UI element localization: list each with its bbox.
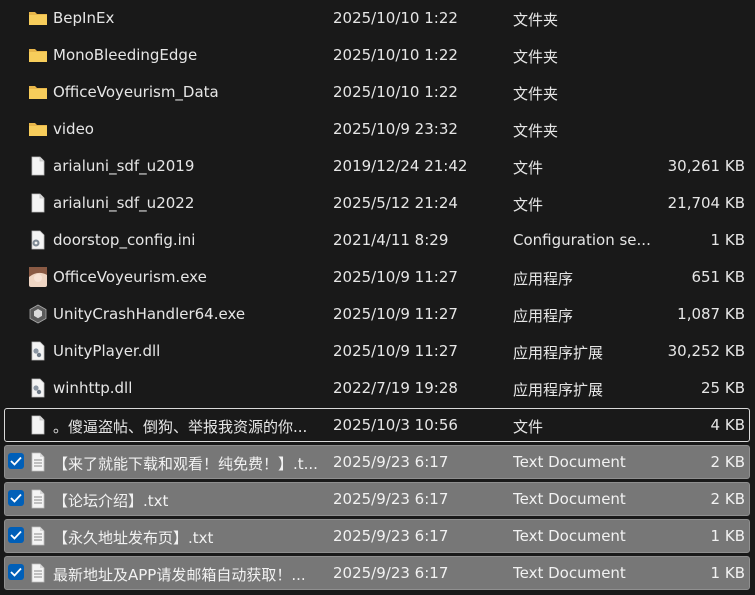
row-checkbox[interactable] [8,564,24,580]
file-date: 2019/12/24 21:42 [333,157,468,175]
app-avatar-icon [27,267,49,287]
file-name: arialuni_sdf_u2022 [53,194,195,212]
file-name: winhttp.dll [53,379,133,397]
file-date: 2025/9/23 6:17 [333,527,449,545]
file-name: 【永久地址发布页】.txt [53,529,214,547]
file-name: video [53,120,94,138]
file-type: Text Document [513,490,626,508]
file-icon [27,193,49,213]
folder-icon [27,119,49,139]
dll-file-icon [27,341,49,361]
file-type: Configuration se... [513,231,651,249]
file-date: 2025/10/10 1:22 [333,83,458,101]
file-type: 应用程序扩展 [513,344,604,362]
file-type: 文件 [513,159,544,177]
file-row[interactable]: doorstop_config.ini 2021/4/11 8:29 Configu… [4,223,750,257]
file-name: MonoBleedingEdge [53,46,198,64]
config-file-icon [27,230,49,250]
file-size: 21,704 KB [667,194,745,212]
file-date: 2025/10/9 11:27 [333,305,458,323]
file-name: 【来了就能下载和观看！纯免费！】.t... [53,455,318,473]
file-size: 1 KB [710,564,745,582]
file-type: Text Document [513,527,626,545]
file-row[interactable]: arialuni_sdf_u2022 2025/5/12 21:24 文件 21,70… [4,186,750,220]
file-icon [27,156,49,176]
file-type: 文件夹 [513,48,559,66]
text-file-icon [27,489,49,509]
file-row[interactable]: 【论坛介绍】.txt 2025/9/23 6:17 Text Document 2 K… [4,482,750,516]
file-name: arialuni_sdf_u2019 [53,157,195,175]
file-date: 2025/10/9 11:27 [333,342,458,360]
file-size: 1,087 KB [677,305,745,323]
file-row[interactable]: 最新地址及APP请发邮箱自动获取！... 2025/9/23 6:17 Text D… [4,556,750,590]
row-checkbox[interactable] [8,527,24,543]
file-date: 2022/7/19 19:28 [333,379,458,397]
file-row[interactable]: UnityCrashHandler64.exe 2025/10/9 11:27 应用… [4,297,750,331]
row-checkbox[interactable] [8,490,24,506]
file-date: 2025/10/3 10:56 [333,416,458,434]
file-name: 。傻逼盗帖、倒狗、举报我资源的你... [53,418,308,436]
file-name: UnityPlayer.dll [53,342,161,360]
file-type: Text Document [513,564,626,582]
file-size: 30,252 KB [667,342,745,360]
file-size: 2 KB [710,490,745,508]
file-date: 2025/10/10 1:22 [333,9,458,27]
file-type: 文件夹 [513,122,559,140]
file-type: Text Document [513,453,626,471]
file-list: BepInEx 2025/10/10 1:22 文件夹 MonoBleedingEdg… [0,0,755,595]
folder-icon [27,82,49,102]
file-name: doorstop_config.ini [53,231,196,249]
text-file-icon [27,563,49,583]
file-size: 2 KB [710,453,745,471]
file-name: 最新地址及APP请发邮箱自动获取！... [53,566,306,584]
file-row[interactable]: winhttp.dll 2022/7/19 19:28 应用程序扩展 25 KB [4,371,750,405]
file-date: 2025/10/9 11:27 [333,268,458,286]
file-row[interactable]: OfficeVoyeurism.exe 2025/10/9 11:27 应用程序 65… [4,260,750,294]
file-type: 应用程序 [513,270,574,288]
text-file-icon [27,452,49,472]
file-date: 2025/9/23 6:17 [333,453,449,471]
file-row[interactable]: UnityPlayer.dll 2025/10/9 11:27 应用程序扩展 30,2… [4,334,750,368]
file-size: 1 KB [710,527,745,545]
file-date: 2025/9/23 6:17 [333,564,449,582]
file-date: 2021/4/11 8:29 [333,231,449,249]
file-name: 【论坛介绍】.txt [53,492,169,510]
text-file-icon [27,526,49,546]
file-name: UnityCrashHandler64.exe [53,305,246,323]
file-date: 2025/10/9 23:32 [333,120,458,138]
file-row[interactable]: BepInEx 2025/10/10 1:22 文件夹 [4,1,750,35]
file-date: 2025/10/10 1:22 [333,46,458,64]
file-type: 文件夹 [513,11,559,29]
file-name: BepInEx [53,9,115,27]
file-size: 651 KB [691,268,745,286]
file-size: 4 KB [710,416,745,434]
file-row[interactable]: MonoBleedingEdge 2025/10/10 1:22 文件夹 [4,38,750,72]
file-row[interactable]: 。傻逼盗帖、倒狗、举报我资源的你... 2025/10/3 10:56 文件 4 KB [4,408,750,442]
file-row[interactable]: arialuni_sdf_u2019 2019/12/24 21:42 文件 30,2… [4,149,750,183]
file-icon [27,415,49,435]
folder-icon [27,8,49,28]
file-size: 1 KB [710,231,745,249]
dll-file-icon [27,378,49,398]
file-type: 应用程序 [513,307,574,325]
file-name: OfficeVoyeurism.exe [53,268,207,286]
file-date: 2025/5/12 21:24 [333,194,458,212]
file-row[interactable]: video 2025/10/9 23:32 文件夹 [4,112,750,146]
file-date: 2025/9/23 6:17 [333,490,449,508]
file-row[interactable]: 【来了就能下载和观看！纯免费！】.t... 2025/9/23 6:17 Text … [4,445,750,479]
file-name: OfficeVoyeurism_Data [53,83,219,101]
file-type: 文件夹 [513,85,559,103]
file-size: 30,261 KB [667,157,745,175]
file-type: 文件 [513,196,544,214]
folder-icon [27,45,49,65]
file-row[interactable]: 【永久地址发布页】.txt 2025/9/23 6:17 Text Document… [4,519,750,553]
file-row[interactable]: OfficeVoyeurism_Data 2025/10/10 1:22 文件夹 [4,75,750,109]
file-type: 文件 [513,418,544,436]
unity-icon [27,304,49,324]
file-type: 应用程序扩展 [513,381,604,399]
file-size: 25 KB [701,379,745,397]
row-checkbox[interactable] [8,453,24,469]
